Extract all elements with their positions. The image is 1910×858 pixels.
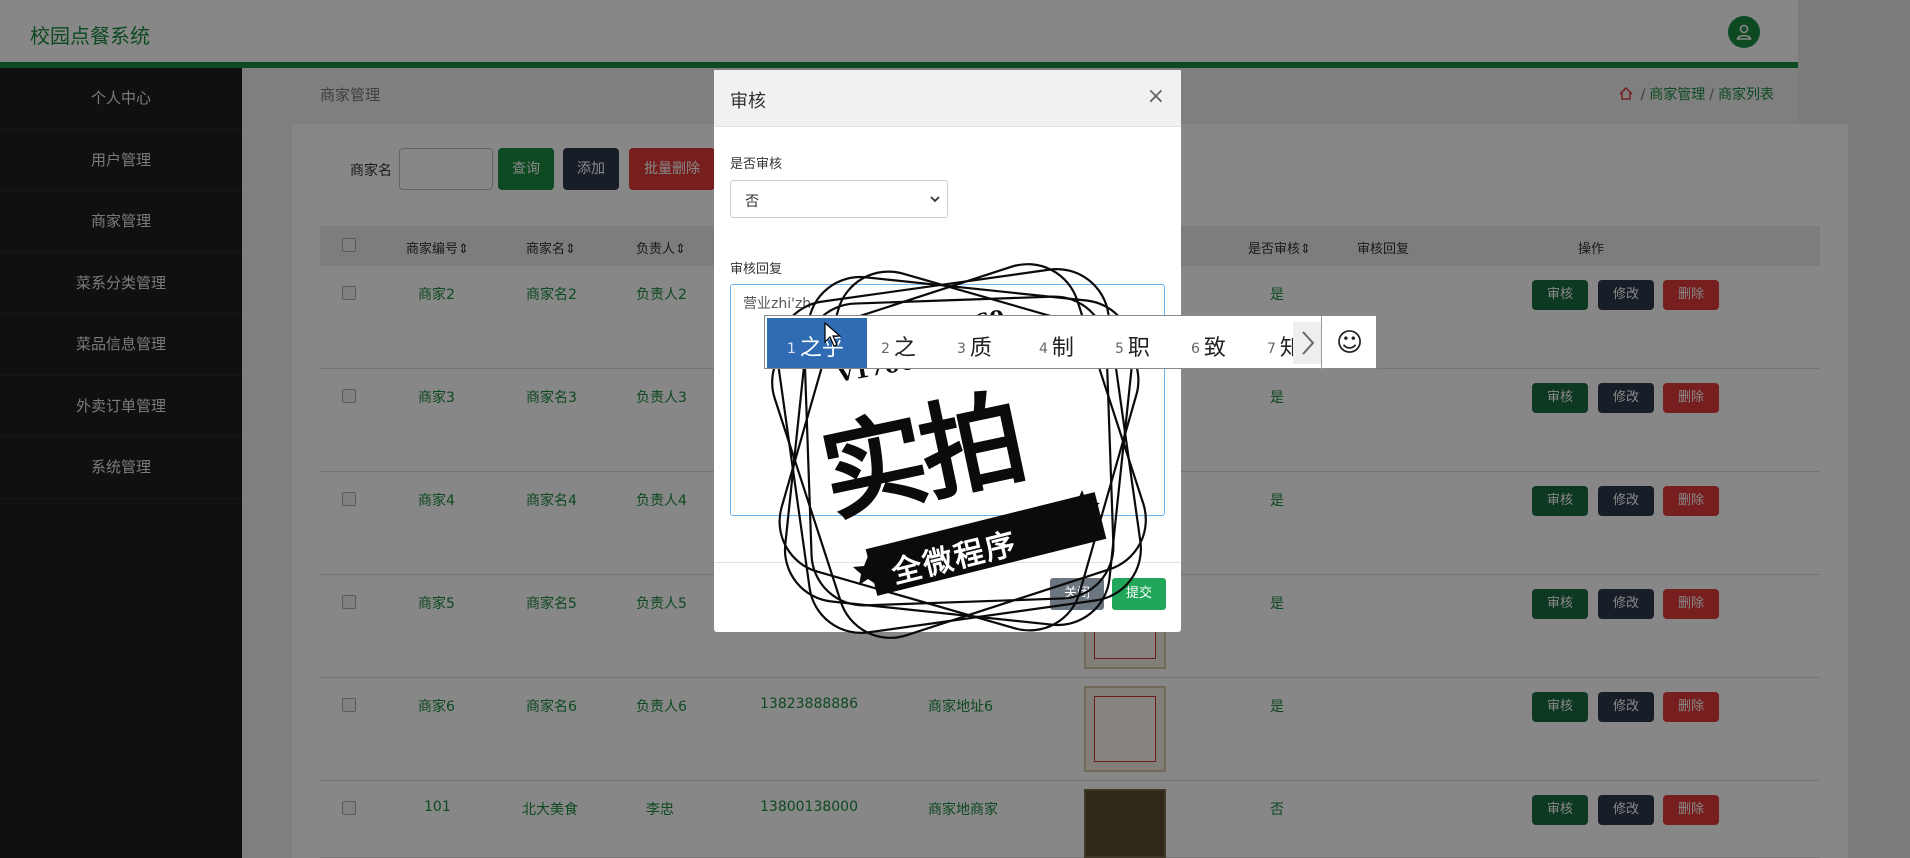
dialog-header: 审核 × (714, 70, 1181, 127)
ime-candidate[interactable]: 4制 (1039, 330, 1074, 362)
ime-divider (1321, 316, 1322, 370)
audit-status-select[interactable]: 否 (730, 180, 948, 218)
ime-candidate[interactable]: 5职 (1115, 330, 1150, 362)
mouse-cursor-icon (824, 322, 842, 347)
audit-status-label: 是否审核 (730, 157, 783, 172)
ime-candidate[interactable]: 6致 (1191, 330, 1226, 362)
ime-candidate-bar: 1 之乎 2之 3质 4制 5职 6致 7知 ☺ (764, 315, 1377, 370)
dialog-title: 审核 (730, 91, 766, 112)
ime-candidate[interactable]: 2之 (881, 330, 916, 362)
ime-candidate[interactable]: 3质 (957, 330, 992, 362)
app-root: 校园点餐系统 个人中心 用户管理 商家管理 菜系分类管理 菜品信息管理 外卖订单… (0, 0, 1910, 858)
audit-status-value: 否 (745, 194, 759, 210)
close-icon[interactable]: × (1147, 84, 1165, 109)
chevron-right-icon[interactable] (1293, 322, 1321, 364)
chevron-down-icon (930, 196, 940, 203)
emoji-icon[interactable]: ☺ (1336, 328, 1363, 358)
